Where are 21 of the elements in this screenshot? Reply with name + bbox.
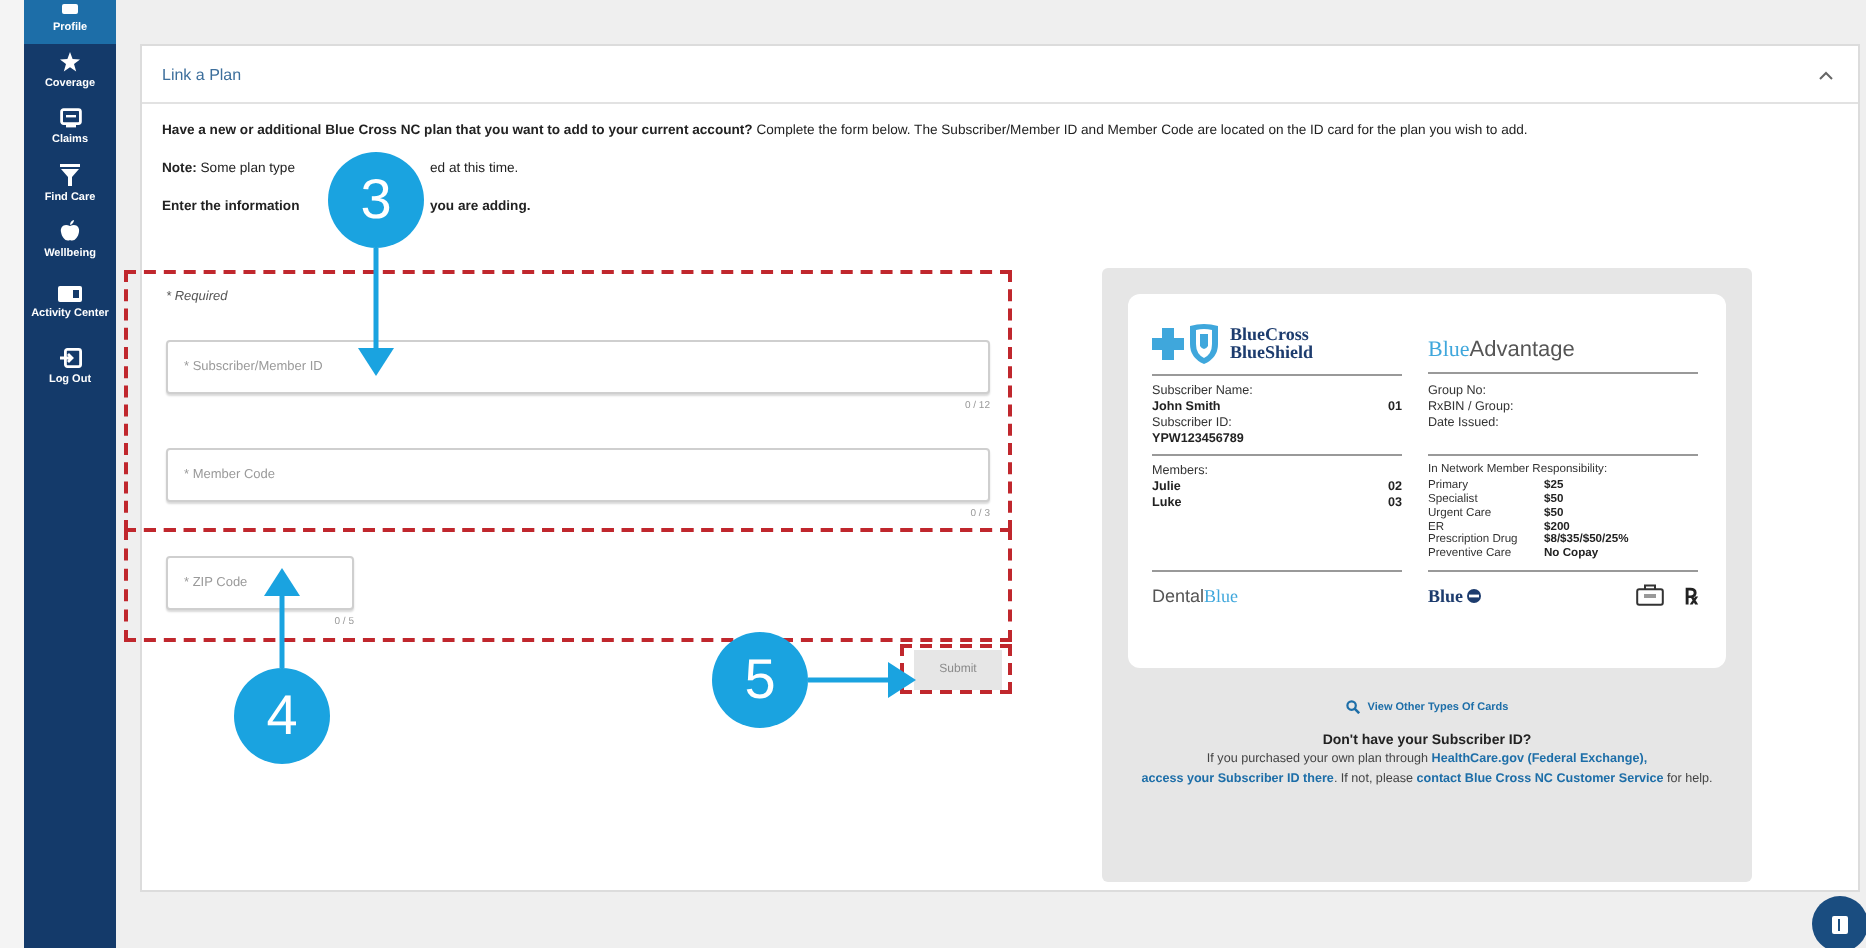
callout-arrow <box>264 568 300 668</box>
star-icon <box>60 52 80 73</box>
briefcase-icon <box>1636 584 1664 607</box>
product-name: BlueAdvantage <box>1428 338 1575 362</box>
dental-logo: DentalBlue <box>1152 585 1239 606</box>
apple-icon <box>60 219 80 242</box>
cross-shield-logo-icon <box>1152 322 1220 366</box>
footer-brand: Blue <box>1428 585 1482 606</box>
rx-symbol: ℞ <box>1684 584 1698 611</box>
brand-name: BlueShield <box>1230 344 1314 362</box>
callout-arrow <box>358 248 394 376</box>
logout-icon <box>59 348 81 369</box>
chevron-icon[interactable] <box>1818 69 1834 79</box>
circle-logo-icon <box>1465 587 1482 604</box>
monitor-icon <box>59 108 81 129</box>
funnel-icon <box>60 163 80 186</box>
search-icon <box>1345 700 1360 714</box>
card-icon <box>58 286 82 303</box>
panel-title: Link a Plan <box>162 65 242 83</box>
brand-name: BlueCross <box>1230 326 1311 344</box>
callout-arrow <box>808 662 916 698</box>
